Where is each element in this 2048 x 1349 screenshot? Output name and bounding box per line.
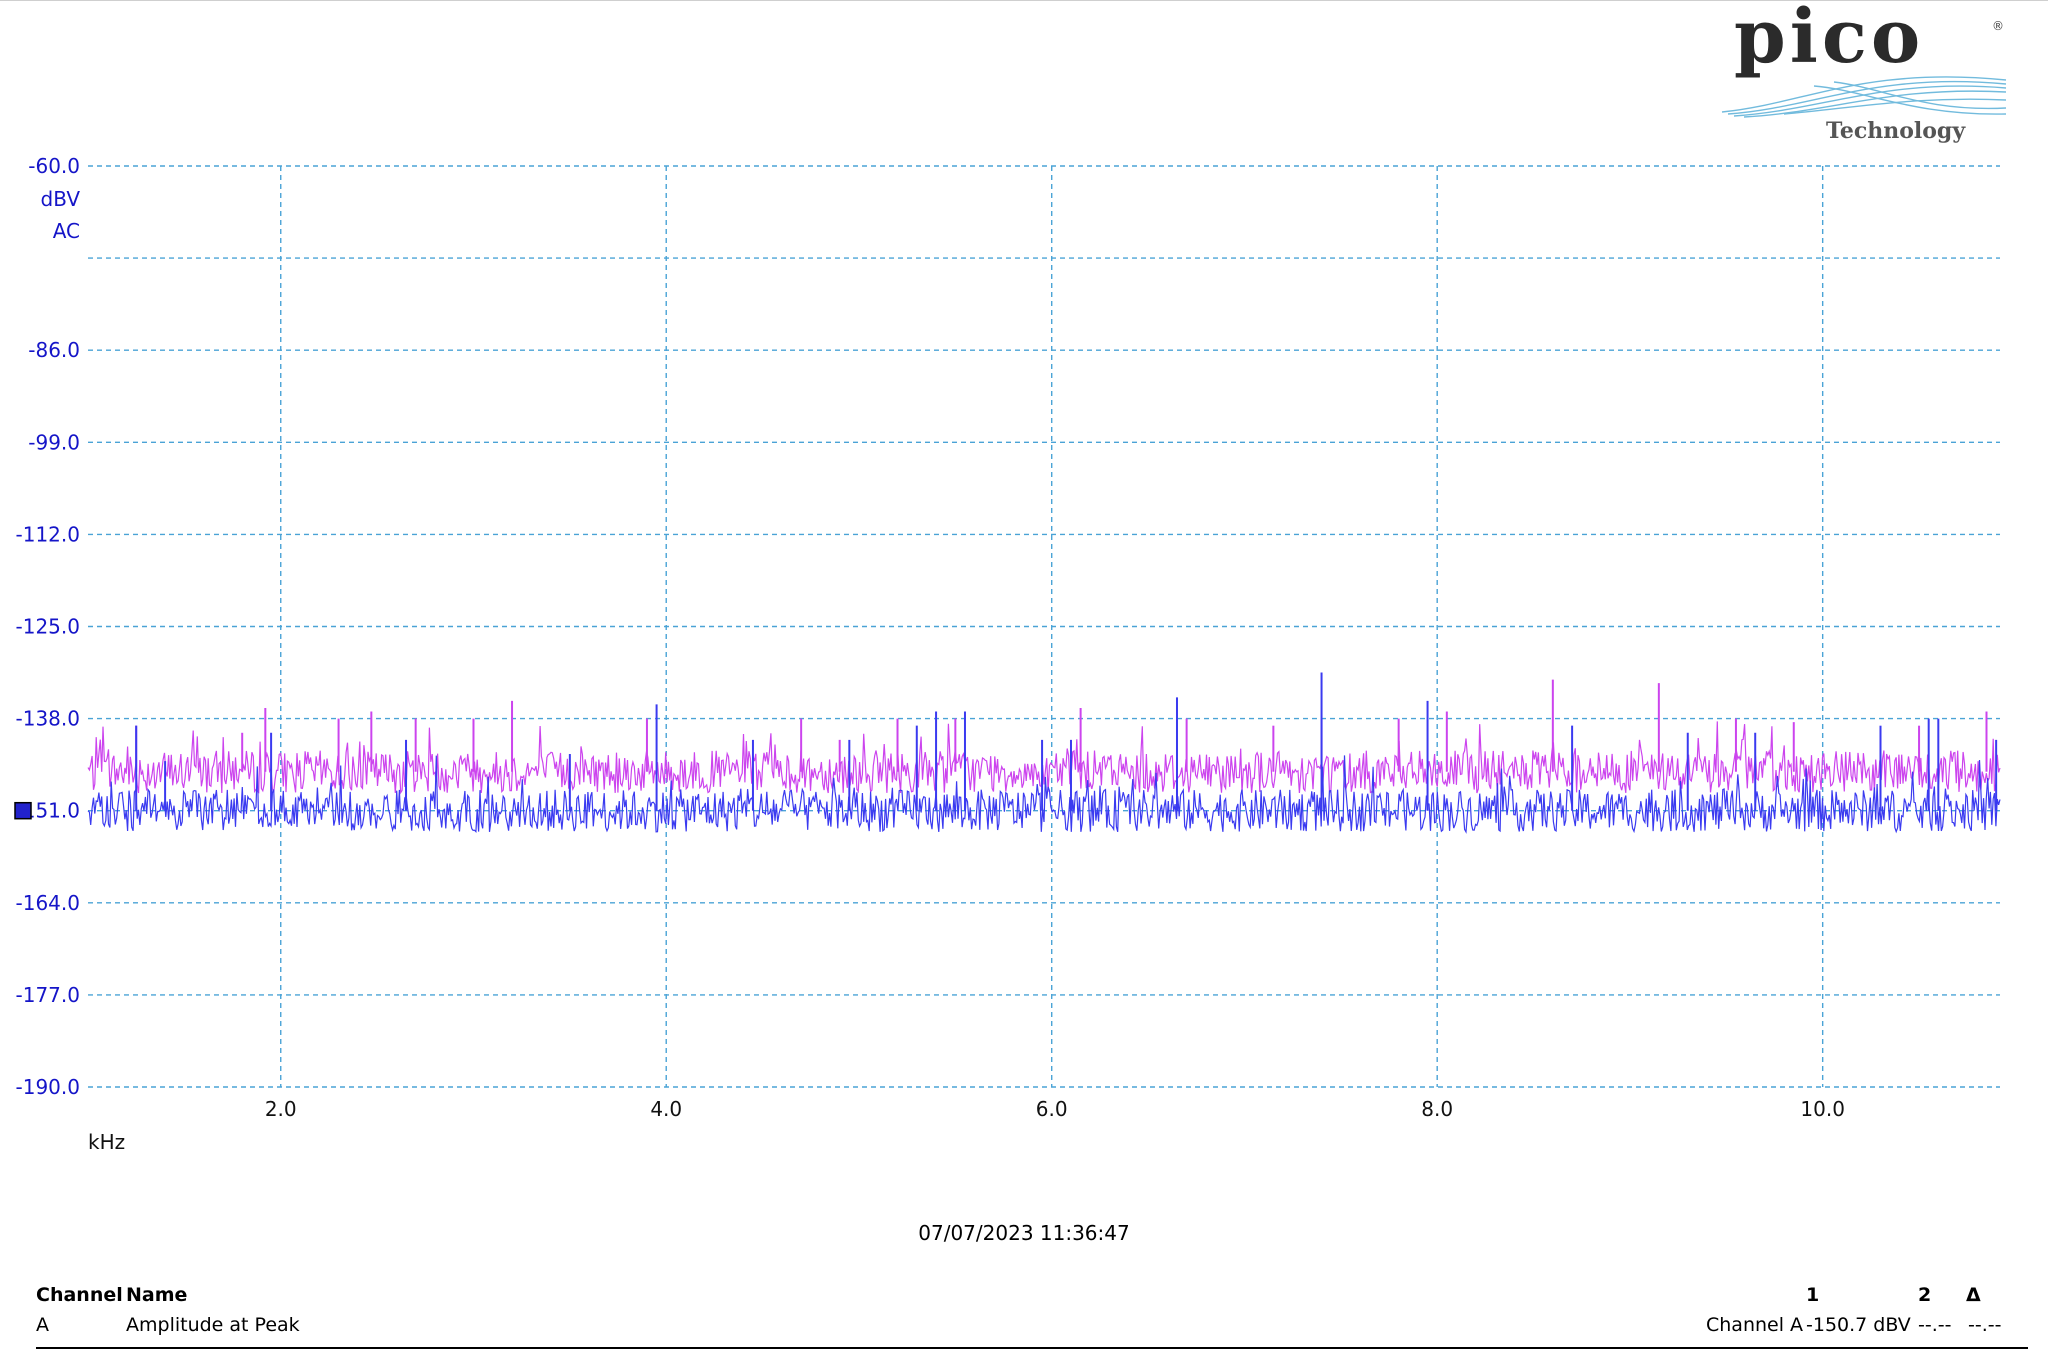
y-tick-label: -190.0 (16, 1075, 80, 1099)
x-tick-label: 4.0 (650, 1097, 682, 1121)
x-tick-label: 8.0 (1421, 1097, 1453, 1121)
y-axis-unit: dBV (41, 187, 81, 211)
y-tick-label: -86.0 (28, 338, 80, 362)
header-col2: 2 (1918, 1284, 1932, 1306)
channel-a-marker (14, 801, 32, 820)
measurements-header-row: Channel Name 1 2 Δ (36, 1284, 2014, 1314)
y-tick-label: -138.0 (16, 707, 80, 731)
header-channel: Channel (36, 1284, 123, 1306)
y-tick-label: -99.0 (28, 430, 80, 454)
row-name: Amplitude at Peak (126, 1314, 300, 1336)
row-channel: A (36, 1314, 49, 1336)
series-trace (87, 721, 2001, 795)
spectrum-plot: -60.0-86.0-99.0-112.0-125.0-138.0151.0-1… (14, 154, 2001, 1154)
y-tick-label: -125.0 (16, 615, 80, 639)
table-row[interactable]: A Amplitude at Peak Channel A -150.7 dBV… (36, 1314, 2014, 1344)
axis-layer: -60.0-86.0-99.0-112.0-125.0-138.0151.0-1… (14, 154, 1845, 1154)
x-tick-label: 2.0 (265, 1097, 297, 1121)
y-tick-label: -177.0 (16, 983, 80, 1007)
row-source: Channel A (1706, 1314, 1804, 1336)
measurements-table: Channel Name 1 2 Δ A Amplitude at Peak C… (36, 1284, 2014, 1344)
grid-layer (88, 165, 2000, 1088)
capture-timestamp: 07/07/2023 11:36:47 (918, 1221, 1130, 1245)
y-axis-unit: AC (53, 219, 80, 243)
header-delta: Δ (1966, 1284, 1981, 1306)
y-tick-label: -164.0 (16, 891, 80, 915)
series-layer (87, 672, 2001, 834)
header-col1: 1 (1806, 1284, 1820, 1306)
x-tick-label: 6.0 (1036, 1097, 1068, 1121)
header-name: Name (126, 1284, 188, 1306)
y-tick-label: -60.0 (28, 154, 80, 178)
series-trace (87, 755, 2001, 834)
y-tick-label: -112.0 (16, 522, 80, 546)
x-tick-label: 10.0 (1800, 1097, 1845, 1121)
x-axis-unit: kHz (88, 1130, 125, 1154)
row-delta: --.-- (1968, 1314, 2002, 1336)
row-value1: -150.7 dBV (1806, 1314, 1911, 1336)
row-value2: --.-- (1918, 1314, 1952, 1336)
